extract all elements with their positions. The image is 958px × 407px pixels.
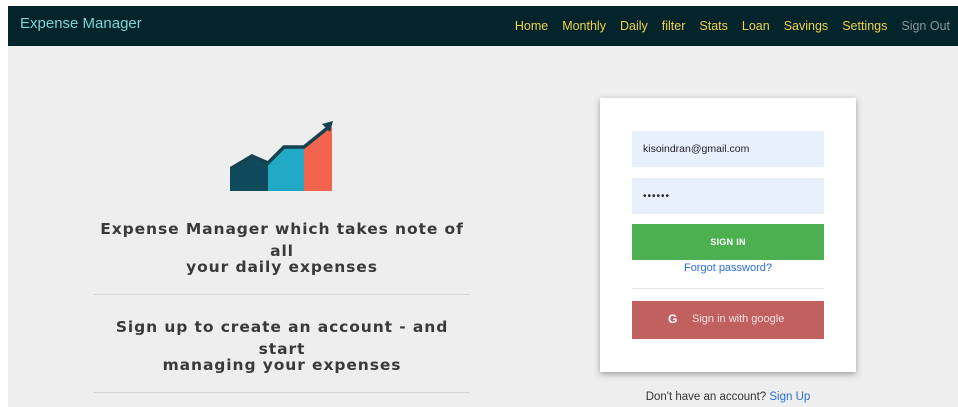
navbar: Expense Manager Home Monthly Daily filte… xyxy=(8,6,958,46)
app-root: Expense Manager Home Monthly Daily filte… xyxy=(8,6,958,407)
nav-links: Home Monthly Daily filter Stats Loan Sav… xyxy=(515,6,958,46)
password-field[interactable] xyxy=(632,178,824,214)
signup-link[interactable]: Sign Up xyxy=(769,391,810,403)
divider xyxy=(94,392,470,393)
signin-button[interactable]: SIGN IN xyxy=(632,224,824,260)
nav-home[interactable]: Home xyxy=(515,19,548,33)
tagline-line: your daily expenses xyxy=(186,258,378,276)
google-signin-label: Sign in with google xyxy=(692,313,785,325)
signup-prompt: Don't have an account? Sign Up xyxy=(600,391,856,403)
tagline-line: managing your expenses xyxy=(162,356,402,374)
email-field[interactable] xyxy=(632,131,824,167)
rising-chart-icon xyxy=(230,121,333,191)
google-icon: G xyxy=(668,312,678,326)
divider xyxy=(632,288,824,289)
nav-filter[interactable]: filter xyxy=(662,19,686,33)
nav-savings[interactable]: Savings xyxy=(784,19,828,33)
login-card: SIGN IN Forgot password? G Sign in with … xyxy=(600,98,856,372)
signup-prompt-text: Don't have an account? xyxy=(645,391,767,403)
brand-logo[interactable]: Expense Manager xyxy=(20,15,142,32)
nav-settings[interactable]: Settings xyxy=(842,19,887,33)
nav-daily[interactable]: Daily xyxy=(620,19,648,33)
divider xyxy=(94,294,470,295)
nav-stats[interactable]: Stats xyxy=(699,19,728,33)
nav-loan[interactable]: Loan xyxy=(742,19,770,33)
google-signin-button[interactable]: G Sign in with google xyxy=(632,301,824,339)
forgot-password-link[interactable]: Forgot password? xyxy=(632,262,824,274)
nav-monthly[interactable]: Monthly xyxy=(562,19,606,33)
nav-signout[interactable]: Sign Out xyxy=(901,19,950,33)
